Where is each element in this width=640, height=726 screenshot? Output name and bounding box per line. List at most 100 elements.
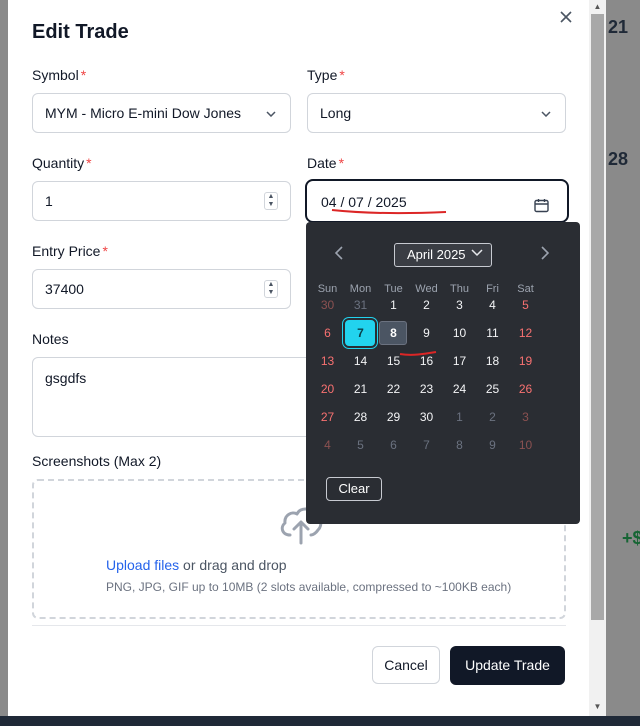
calendar-day[interactable]: 13 xyxy=(311,349,344,373)
calendar-day[interactable]: 30 xyxy=(410,405,443,429)
type-label-text: Type xyxy=(307,67,338,83)
calendar-day[interactable]: 1 xyxy=(443,405,476,429)
type-select[interactable]: Long xyxy=(307,93,566,133)
date-picker-popup: April 2025 Sun Mon Tue Wed Thu Fri Sat 30 31 1 2 3 4… xyxy=(306,222,580,524)
chevron-down-icon xyxy=(471,244,483,266)
calendar-day[interactable]: 18 xyxy=(476,349,509,373)
upload-instructions: Upload files or drag and drop xyxy=(106,557,287,573)
calendar-day[interactable]: 22 xyxy=(377,377,410,401)
month-label: April 2025 xyxy=(407,247,466,262)
symbol-value: MYM - Micro E-mini Dow Jones xyxy=(45,105,242,121)
calendar-day[interactable]: 9 xyxy=(410,321,443,345)
required-mark: * xyxy=(338,155,345,171)
footer-divider xyxy=(32,625,566,626)
calendar-day[interactable]: 2 xyxy=(410,293,443,317)
required-mark: * xyxy=(86,155,92,171)
required-mark: * xyxy=(80,67,87,83)
calendar-day[interactable]: 4 xyxy=(476,293,509,317)
calendar-day[interactable]: 26 xyxy=(509,377,542,401)
upload-text: or drag and drop xyxy=(179,557,287,573)
screenshots-label: Screenshots (Max 2) xyxy=(32,453,162,469)
date-label: Date * xyxy=(307,155,344,171)
next-month-icon[interactable] xyxy=(540,246,550,262)
entry-price-label-text: Entry Price xyxy=(32,243,101,259)
taskbar-strip xyxy=(0,716,640,726)
calendar-day[interactable]: 7 xyxy=(410,433,443,457)
calendar-day[interactable]: 25 xyxy=(476,377,509,401)
calendar-day-selected[interactable]: 7 xyxy=(344,321,377,345)
required-mark: * xyxy=(102,243,108,259)
calendar-day[interactable]: 3 xyxy=(509,405,542,429)
calendar-day[interactable]: 4 xyxy=(311,433,344,457)
calendar-day[interactable]: 14 xyxy=(344,349,377,373)
chevron-down-icon xyxy=(266,94,276,132)
update-trade-button[interactable]: Update Trade xyxy=(450,646,565,685)
scroll-down-icon[interactable]: ▼ xyxy=(589,700,606,714)
entry-price-label: Entry Price * xyxy=(32,243,108,259)
calendar-day[interactable]: 6 xyxy=(311,321,344,345)
notes-value: gsgdfs xyxy=(45,370,87,386)
notes-textarea[interactable]: gsgdfs xyxy=(32,357,322,437)
date-input[interactable]: 04 / 07 / 2025 xyxy=(305,179,569,223)
quantity-stepper[interactable]: ▲ ▼ xyxy=(264,192,278,210)
month-select[interactable]: April 2025 xyxy=(394,243,492,267)
quantity-label: Quantity * xyxy=(32,155,92,171)
calendar-day[interactable]: 21 xyxy=(344,377,377,401)
calendar-icon[interactable] xyxy=(534,190,549,226)
calendar-day[interactable]: 11 xyxy=(476,321,509,345)
upload-files-link[interactable]: Upload files xyxy=(106,557,179,573)
calendar-day[interactable]: 27 xyxy=(311,405,344,429)
calendar-day[interactable]: 9 xyxy=(476,433,509,457)
symbol-select[interactable]: MYM - Micro E-mini Dow Jones xyxy=(32,93,291,133)
today-annotation-underline xyxy=(399,351,437,356)
calendar-day[interactable]: 2 xyxy=(476,405,509,429)
calendar-day[interactable]: 12 xyxy=(509,321,542,345)
symbol-label-text: Symbol xyxy=(32,67,79,83)
scroll-thumb[interactable] xyxy=(591,14,604,620)
calendar-day[interactable]: 31 xyxy=(344,293,377,317)
background-value: 28 xyxy=(608,149,629,169)
required-mark: * xyxy=(339,67,345,83)
background-pnl: +$ xyxy=(622,528,640,548)
date-annotation-underline xyxy=(331,209,447,215)
chevron-down-icon xyxy=(541,94,551,132)
upload-hint: PNG, JPG, GIF up to 10MB (2 slots availa… xyxy=(106,580,512,594)
calendar-day[interactable]: 8 xyxy=(443,433,476,457)
calendar-day[interactable]: 3 xyxy=(443,293,476,317)
close-icon xyxy=(560,11,572,23)
notes-label: Notes xyxy=(32,331,69,347)
calendar-day[interactable]: 29 xyxy=(377,405,410,429)
prev-month-icon[interactable] xyxy=(334,246,344,262)
calendar-day[interactable]: 28 xyxy=(344,405,377,429)
modal-title: Edit Trade xyxy=(32,21,129,43)
entry-price-value: 37400 xyxy=(45,281,84,297)
quantity-label-text: Quantity xyxy=(32,155,85,171)
type-value: Long xyxy=(320,105,352,121)
date-label-text: Date xyxy=(307,155,337,171)
calendar-day[interactable]: 10 xyxy=(443,321,476,345)
entry-price-stepper[interactable]: ▲ ▼ xyxy=(264,280,278,298)
calendar-day[interactable]: 30 xyxy=(311,293,344,317)
clear-date-button[interactable]: Clear xyxy=(326,477,382,501)
background-value: 21 xyxy=(608,17,629,37)
calendar-day[interactable]: 24 xyxy=(443,377,476,401)
calendar-day[interactable]: 6 xyxy=(377,433,410,457)
close-button[interactable] xyxy=(558,8,574,26)
calendar-day[interactable]: 5 xyxy=(344,433,377,457)
calendar-day-today[interactable]: 8 xyxy=(377,321,410,345)
calendar-day[interactable]: 10 xyxy=(509,433,542,457)
cancel-button[interactable]: Cancel xyxy=(372,646,440,684)
scroll-up-icon[interactable]: ▲ xyxy=(589,0,606,14)
calendar-day[interactable]: 5 xyxy=(509,293,542,317)
calendar-day[interactable]: 23 xyxy=(410,377,443,401)
modal-scrollbar[interactable]: ▲ ▼ xyxy=(589,0,606,716)
calendar-day[interactable]: 1 xyxy=(377,293,410,317)
calendar-day[interactable]: 17 xyxy=(443,349,476,373)
quantity-value: 1 xyxy=(45,193,53,209)
calendar-day[interactable]: 20 xyxy=(311,377,344,401)
quantity-input[interactable]: 1 ▲ ▼ xyxy=(32,181,291,221)
symbol-label: Symbol * xyxy=(32,67,86,83)
type-label: Type * xyxy=(307,67,345,83)
entry-price-input[interactable]: 37400 ▲ ▼ xyxy=(32,269,291,309)
calendar-day[interactable]: 19 xyxy=(509,349,542,373)
